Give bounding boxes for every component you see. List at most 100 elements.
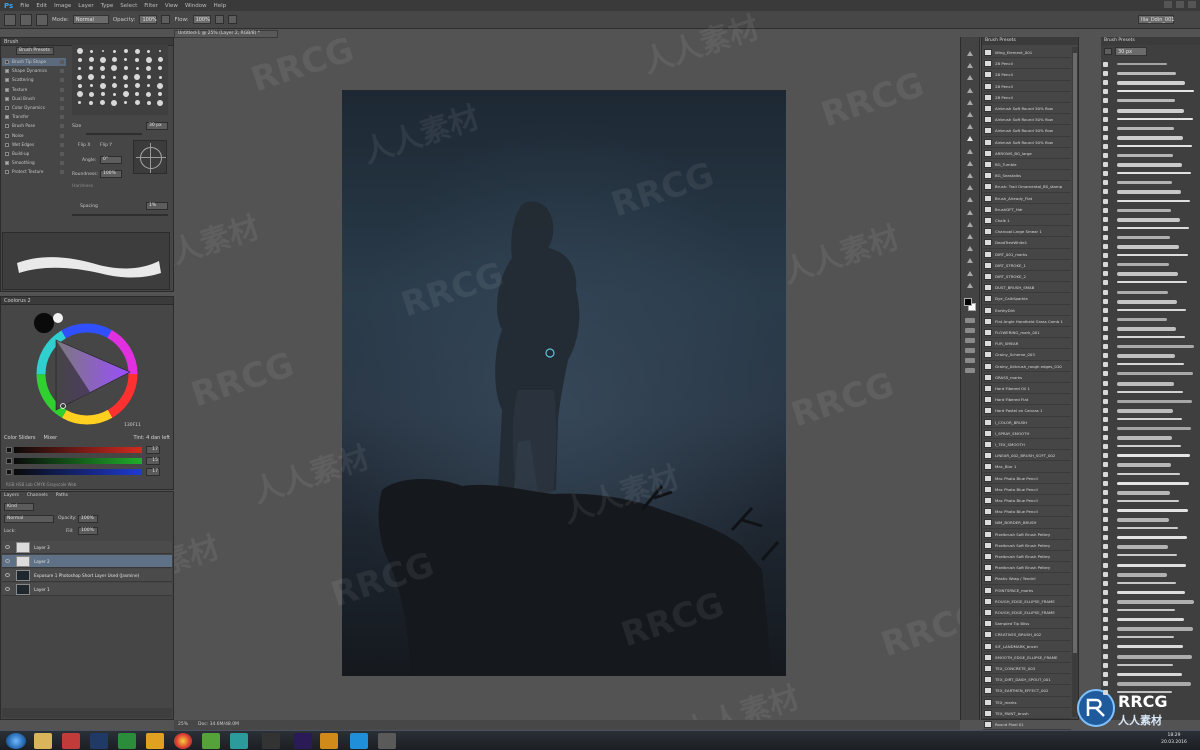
- close-button[interactable]: [1188, 1, 1196, 8]
- brush-stroke-preset[interactable]: [1103, 460, 1197, 469]
- brush-preset-item[interactable]: I_TEX_SMOOTH: [983, 439, 1071, 451]
- brush-preset-item[interactable]: Brush_Already_Flat: [983, 193, 1071, 204]
- brush-option-row[interactable]: Transfer: [2, 113, 66, 121]
- brush-stroke-preset[interactable]: [1103, 533, 1197, 542]
- lock-icon[interactable]: [60, 87, 64, 92]
- brush-stroke-preset[interactable]: [1103, 333, 1197, 342]
- brush-preset-item[interactable]: Pixelbrush Soft Brush Pelkey: [983, 562, 1071, 574]
- tab-color-sliders[interactable]: Color Sliders: [4, 434, 36, 443]
- strokes-size-field[interactable]: 30 px: [1115, 46, 1147, 56]
- brush-option-row[interactable]: Noise: [2, 132, 66, 140]
- brush-tip-thumbnail[interactable]: [77, 83, 82, 88]
- brush-preset-item[interactable]: LINEAR_002_BRUSH_SOFT_002: [983, 450, 1071, 462]
- brush-stroke-preset[interactable]: [1103, 397, 1197, 406]
- brush-option-row[interactable]: Protect Texture: [2, 168, 66, 176]
- color-slider-r[interactable]: 17: [6, 446, 164, 454]
- brush-tip-thumbnail[interactable]: [134, 100, 140, 106]
- type-tool-icon[interactable]: [965, 233, 975, 241]
- brush-tip-thumbnail[interactable]: [88, 91, 94, 97]
- brush-preset-item[interactable]: Grainy_Scheme_003: [983, 349, 1071, 361]
- color-slider-b[interactable]: 17: [6, 468, 164, 476]
- minimize-button[interactable]: [1164, 1, 1172, 8]
- brush-stroke-preset[interactable]: [1103, 415, 1197, 424]
- slider-track[interactable]: [14, 469, 142, 475]
- brush-preset-item[interactable]: NIM_BORDER_BRUSH: [983, 517, 1071, 529]
- lock-icon[interactable]: [60, 133, 64, 138]
- brush-preset-item[interactable]: GRASS_marks: [983, 372, 1071, 383]
- brush-preset-item[interactable]: Sampled Tip Bliss: [983, 618, 1071, 630]
- brush-preset-item[interactable]: ARROWS_BG_large: [983, 148, 1071, 159]
- toolbar-foreground-color[interactable]: [964, 298, 972, 306]
- maximize-button[interactable]: [1176, 1, 1184, 8]
- brush-stroke-preset[interactable]: [1103, 615, 1197, 624]
- brush-preset-item[interactable]: Dye_CalkSparkle: [983, 293, 1071, 305]
- screen-mode-icon[interactable]: [965, 338, 975, 343]
- brush-preset-item[interactable]: TEX_EARTHEN_EFFECT_002: [983, 685, 1071, 697]
- brush-stroke-preset[interactable]: [1103, 652, 1197, 661]
- brush-stroke-preset[interactable]: [1103, 206, 1197, 215]
- start-button[interactable]: [6, 733, 26, 749]
- brush-option-row[interactable]: Color Dynamics: [2, 104, 66, 112]
- brush-tip-thumbnail[interactable]: [112, 49, 116, 53]
- brush-preset-item[interactable]: Airbrush Soft Round 50% flow: [983, 103, 1071, 115]
- brush-tool-preset-icon[interactable]: [4, 13, 16, 26]
- lock-icon[interactable]: [60, 106, 64, 110]
- brush-preset-item[interactable]: ROUGH_EDGE_ELLIPSE_FRAME: [983, 607, 1071, 619]
- brush-preset-item[interactable]: EarthyDirt: [983, 305, 1071, 316]
- brush-option-checkbox[interactable]: [5, 142, 9, 147]
- brush-option-row[interactable]: Shape Dynamics: [2, 67, 66, 75]
- menu-layer[interactable]: Layer: [78, 3, 93, 9]
- brush-stroke-preset[interactable]: [1103, 269, 1197, 278]
- brush-tip-thumbnail[interactable]: [78, 101, 82, 105]
- camera-taskbar-icon[interactable]: [62, 733, 80, 749]
- brush-tip-thumbnail[interactable]: [123, 66, 128, 71]
- brush-preset-item[interactable]: BG_Tumble: [983, 159, 1071, 171]
- brush-preset-item[interactable]: Hard Fibered Flat: [983, 394, 1071, 406]
- tab-mixer[interactable]: Mixer: [44, 434, 58, 443]
- brush-tip-thumbnail[interactable]: [89, 84, 93, 88]
- brush-preset-item[interactable]: TEX_marks: [983, 697, 1071, 708]
- eraser-tool-icon[interactable]: [965, 172, 975, 180]
- menu-image[interactable]: Image: [54, 3, 71, 9]
- brush-tip-thumbnail[interactable]: [124, 58, 128, 62]
- brush-preset-item[interactable]: CREATIVES_BRUSH_002: [983, 629, 1071, 641]
- workspace-switcher[interactable]: Ilia_Ddin_001: [1138, 15, 1174, 24]
- app-taskbar-icon[interactable]: [146, 733, 164, 749]
- brush-stroke-preset[interactable]: [1103, 106, 1197, 115]
- menu-select[interactable]: Select: [120, 3, 137, 9]
- brush-tip-thumbnail[interactable]: [111, 83, 117, 89]
- brush-tip-thumbnail[interactable]: [134, 48, 140, 54]
- brush-preset-item[interactable]: Brush: Trail Ornamental_BS_stamp: [983, 181, 1071, 193]
- brush-preset-item[interactable]: 2B Pencil: [983, 69, 1071, 81]
- brush-option-checkbox[interactable]: [5, 87, 9, 92]
- airbrush-icon[interactable]: [214, 15, 224, 24]
- brush-option-checkbox[interactable]: [5, 96, 9, 101]
- brush-option-row[interactable]: Brush Pose: [2, 122, 66, 130]
- history-brush-tool-icon[interactable]: [965, 160, 975, 168]
- flip-x-checkbox[interactable]: Flip X: [78, 143, 90, 148]
- move-tool-icon[interactable]: [965, 50, 975, 58]
- brush-preset-item[interactable]: BrushDFT_Hdr: [983, 204, 1071, 215]
- pen-tool-icon[interactable]: [965, 221, 975, 229]
- brush-preset-item[interactable]: TEX_PAINT_brush: [983, 708, 1071, 719]
- brush-stroke-preset[interactable]: [1103, 360, 1197, 369]
- brush-stroke-preset[interactable]: [1103, 515, 1197, 524]
- brush-stroke-preset[interactable]: [1103, 451, 1197, 460]
- brush-option-checkbox[interactable]: [5, 60, 9, 64]
- brush-tip-thumbnail[interactable]: [146, 65, 152, 71]
- brush-tip-thumbnail[interactable]: [111, 99, 118, 106]
- brush-option-checkbox[interactable]: [5, 133, 9, 138]
- brush-tip-thumbnail[interactable]: [77, 74, 83, 80]
- brush-option-row[interactable]: Brush Tip Shape: [2, 58, 66, 66]
- brush-preset-item[interactable]: Airbrush Soft Round 50% flow: [983, 137, 1071, 148]
- lock-icon[interactable]: [60, 170, 64, 175]
- brush-stroke-preset[interactable]: [1103, 679, 1197, 688]
- brush-stroke-preset[interactable]: [1103, 642, 1197, 651]
- brush-stroke-preset[interactable]: [1103, 215, 1197, 224]
- brush-stroke-preset[interactable]: [1103, 260, 1197, 269]
- brush-preset-item[interactable]: FLOWERING_mark_001: [983, 327, 1071, 339]
- brush-tip-thumbnail[interactable]: [101, 50, 104, 53]
- brush-preset-item[interactable]: Charcoal Large Smear 1: [983, 226, 1071, 238]
- layer-row[interactable]: Layer 3: [2, 541, 172, 554]
- brush-option-row[interactable]: Texture: [2, 86, 66, 94]
